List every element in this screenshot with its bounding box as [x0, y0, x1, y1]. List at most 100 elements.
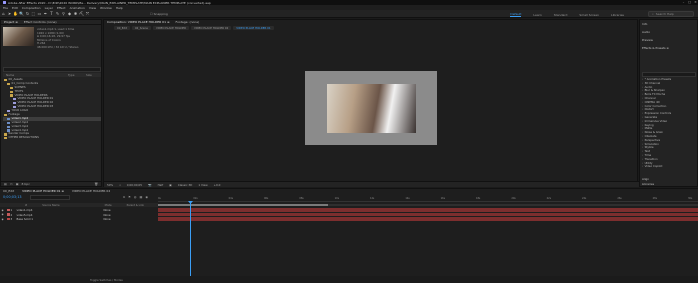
layer-row[interactable]: ◉ 3 Base Solid 1 None [0, 217, 158, 221]
preview-panel-header[interactable]: Preview [641, 38, 698, 42]
current-time-display[interactable]: 0;00;00;05 [127, 183, 142, 187]
new-comp-icon[interactable]: ▣ [16, 182, 19, 186]
new-folder-icon[interactable]: ▭ [10, 182, 13, 186]
eraser-tool-icon[interactable]: ◆ [67, 11, 72, 16]
resolution-dropdown[interactable]: Half [158, 183, 164, 187]
info-panel-header[interactable]: Info [641, 22, 698, 26]
menu-composition[interactable]: Composition [22, 6, 41, 10]
effects-presets-header[interactable]: Effects & Presets ≡ [641, 46, 698, 50]
layer-row[interactable]: ◉ 2 video5.mp4 None [0, 213, 158, 217]
timeline-tab[interactable]: 00_Edit [0, 189, 17, 194]
transparency-grid-icon[interactable]: ▣ [169, 183, 172, 187]
tab-effect-controls[interactable]: Effect Controls (none) [21, 20, 60, 25]
layer-name[interactable]: video1.mp4 [17, 208, 77, 212]
menu-help[interactable]: Help [116, 6, 123, 10]
timeline-search-input[interactable] [30, 195, 70, 200]
layer-duration-bar[interactable] [158, 212, 698, 217]
motion-blur-icon[interactable]: ◉ [145, 195, 148, 199]
layer-color-label[interactable] [6, 217, 10, 221]
workspace-default[interactable]: Default [510, 12, 522, 17]
exposure-value[interactable]: +0.0 [214, 183, 221, 187]
comp-breadcrumb[interactable]: 02_Scene [131, 26, 151, 30]
comp-breadcrumb-active[interactable]: VIDEO PLACE HOLDER 01 [233, 26, 274, 30]
workspace-learn[interactable]: Learn [533, 13, 541, 17]
visibility-eye-icon[interactable]: ◉ [2, 209, 5, 212]
toggle-switches-modes-button[interactable]: Toggle Switches / Modes [90, 278, 123, 282]
layer-row[interactable]: ◉ 1 video1.mp4 None [0, 208, 158, 212]
comp-breadcrumb[interactable]: VIDEO PLACE HOLDER 02 [190, 26, 232, 30]
search-help-input[interactable]: ⌕ Search Help [648, 11, 694, 17]
layer-name[interactable]: video5.mp4 [17, 213, 77, 217]
tab-composition[interactable]: Composition: VIDEO PLACE HOLDER 01 ≡ [104, 20, 172, 25]
selection-tool-icon[interactable]: ➤ [7, 11, 12, 16]
camera-tool-icon[interactable]: ⬚ [31, 11, 36, 16]
audio-panel-header[interactable]: Audio [641, 30, 698, 34]
menu-file[interactable]: File [3, 6, 8, 10]
rectangle-tool-icon[interactable]: ▭ [37, 11, 42, 16]
timeline-tab[interactable]: VIDEO PLACE HOLDER 02 [69, 189, 113, 194]
bit-depth-label[interactable]: 8 bpc [22, 182, 30, 186]
renderer-dropdown[interactable]: Classic 3D [178, 183, 193, 187]
layer-duration-bar[interactable] [158, 208, 698, 212]
menu-edit[interactable]: Edit [12, 6, 18, 10]
interpret-footage-icon[interactable]: ▤ [4, 182, 7, 186]
shy-layers-icon[interactable]: ◍ [134, 195, 137, 199]
menu-window[interactable]: Window [100, 6, 112, 10]
menu-layer[interactable]: Layer [45, 6, 53, 10]
footage-frame[interactable] [327, 84, 416, 133]
frame-blending-icon[interactable]: ▦ [139, 195, 142, 199]
column-source-name[interactable]: Source Name [42, 204, 59, 207]
region-of-interest-icon[interactable]: ⌖ [119, 183, 121, 187]
visibility-eye-icon[interactable]: ◉ [2, 213, 5, 216]
pen-tool-icon[interactable]: ✒ [43, 11, 48, 16]
clone-stamp-tool-icon[interactable]: ⚲ [61, 11, 66, 16]
type-tool-icon[interactable]: T [49, 11, 54, 16]
hand-tool-icon[interactable]: ✋ [13, 11, 18, 16]
draft-3d-icon[interactable]: ⚑ [128, 195, 131, 199]
roto-brush-tool-icon[interactable]: ✱ [73, 11, 78, 16]
zoom-tool-icon[interactable]: 🔍 [19, 11, 24, 16]
workspace-small-screen[interactable]: Small Screen [579, 13, 599, 17]
column-parent[interactable]: Parent & Link [127, 204, 144, 207]
comp-breadcrumb[interactable]: VIDEO PLACE HOLDER [152, 26, 189, 30]
workspace-libraries[interactable]: Libraries [611, 13, 624, 17]
layer-duration-bar[interactable] [158, 217, 698, 221]
composition-flowchart-icon[interactable]: ⧉ [123, 195, 125, 199]
puppet-pin-tool-icon[interactable]: ⛏ [79, 11, 84, 16]
menu-effect[interactable]: Effect [57, 6, 66, 10]
zoom-dropdown[interactable]: 50% [107, 183, 113, 187]
parent-dropdown[interactable]: None [104, 217, 111, 221]
snapshot-icon[interactable]: 📷 [148, 183, 151, 187]
libraries-panel-header[interactable]: Libraries [641, 182, 698, 186]
menu-animation[interactable]: Animation [70, 6, 85, 10]
column-type[interactable]: Type [68, 73, 86, 77]
effect-category[interactable]: Video Copilot [642, 165, 698, 169]
layer-color-label[interactable] [6, 213, 10, 216]
parent-dropdown[interactable]: None [104, 208, 111, 212]
menu-view[interactable]: View [89, 6, 96, 10]
comp-breadcrumb[interactable]: 00_Edit [114, 26, 130, 30]
tab-footage[interactable]: Footage: (none) [172, 20, 202, 25]
workspace-standard[interactable]: Standard [554, 13, 568, 17]
puppet-tool-icon[interactable]: ⤧ [85, 11, 90, 16]
visibility-eye-icon[interactable]: ◉ [2, 218, 5, 221]
playhead-line[interactable] [190, 202, 191, 277]
time-ruler[interactable]: 0s 02s 04s 06s 08s 10s 12s 14s 16s 18s 20s 22s 24s 26… [158, 197, 698, 202]
timeline-tab-active[interactable]: VIDEO PLACE HOLDER 01 ≡ [19, 189, 67, 194]
column-mode[interactable]: Mode [105, 204, 112, 207]
layer-color-label[interactable] [6, 208, 10, 212]
parent-dropdown[interactable]: None [104, 213, 111, 217]
rotate-tool-icon[interactable]: ↻ [25, 11, 30, 16]
align-panel-header[interactable]: Align [641, 177, 698, 181]
brush-tool-icon[interactable]: ✎ [55, 11, 60, 16]
column-size[interactable]: Size [86, 73, 92, 77]
project-item[interactable]: OTHER RESOLUTIONS [3, 135, 101, 140]
snapping-checkbox[interactable]: ☐ Snapping [150, 12, 168, 16]
tab-project[interactable]: Project ≡ [1, 20, 21, 25]
layer-name[interactable]: Base Solid 1 [17, 217, 77, 221]
current-time[interactable]: 0;00;03;13 [3, 195, 22, 199]
view-layout-dropdown[interactable]: 1 View [198, 183, 207, 187]
home-icon[interactable]: ⌂ [1, 11, 6, 16]
work-area-range[interactable] [158, 204, 328, 206]
project-search-input[interactable] [3, 67, 101, 72]
